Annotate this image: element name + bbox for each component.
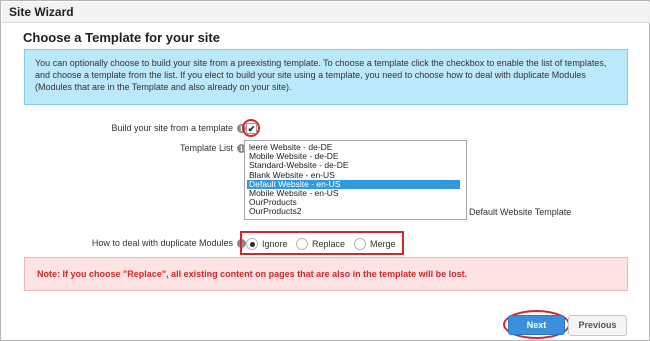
radio-label: Replace <box>312 239 346 249</box>
build-from-template-checkbox[interactable]: ✔ <box>246 123 257 134</box>
radio-label: Ignore <box>262 239 288 249</box>
radio-button[interactable] <box>296 238 308 250</box>
title-bar: Site Wizard <box>2 2 650 23</box>
page-title: Choose a Template for your site <box>23 30 220 45</box>
duplicate-modules-label: How to deal with duplicate Modules <box>91 238 233 248</box>
radio-button-checked[interactable] <box>246 238 258 250</box>
next-button[interactable]: Next <box>508 315 565 335</box>
radio-button[interactable] <box>354 238 366 250</box>
list-item[interactable]: OurProducts2 <box>245 207 466 216</box>
radio-label: Merge <box>370 239 396 249</box>
previous-button[interactable]: Previous <box>568 315 627 336</box>
build-from-template-label: Build your site from a template <box>111 123 233 133</box>
template-description: Default Website Template <box>469 207 572 217</box>
window-title: Site Wizard <box>9 5 74 19</box>
wizard-window: Site Wizard Choose a Template for your s… <box>0 0 650 341</box>
duplicate-modules-radio-group: Ignore Replace Merge <box>240 231 404 255</box>
template-list-label: Template List <box>179 143 233 153</box>
template-listbox[interactable]: leere Website - de-DE Mobile Website - d… <box>244 140 467 220</box>
warning-box: Note: If you choose "Replace", all exist… <box>24 257 628 291</box>
info-box: You can optionally choose to build your … <box>24 49 628 105</box>
